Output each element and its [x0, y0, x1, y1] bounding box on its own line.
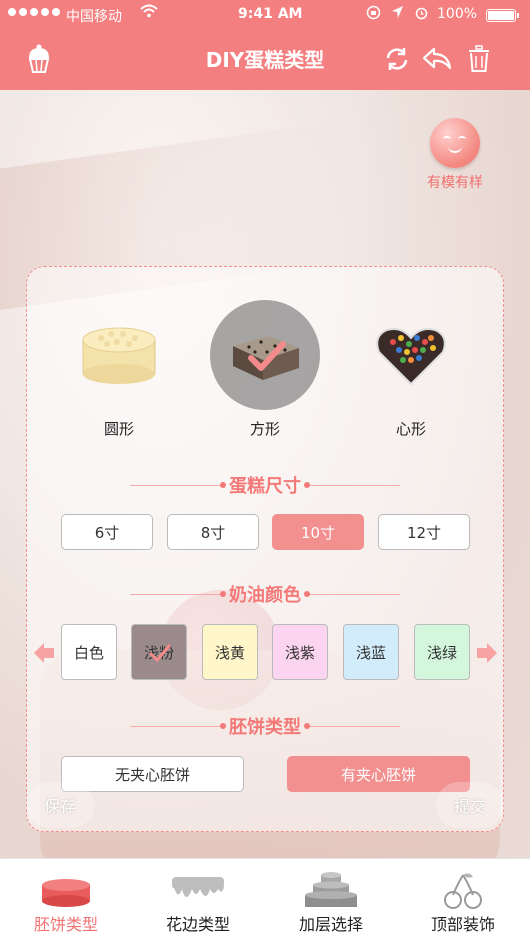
tab-label: 顶部装饰 [430, 915, 495, 934]
cherry-icon [444, 873, 482, 909]
scroll-right-arrow-icon[interactable] [475, 640, 499, 666]
app-header: 中国移动 9:41 AM 100% DIY蛋糕类型 [0, 0, 530, 90]
section-divider [304, 591, 400, 597]
location-icon [391, 5, 404, 24]
checkmark-icon [148, 644, 172, 663]
size-option-10[interactable]: 10寸 [272, 514, 364, 550]
save-button[interactable]: 保存 [26, 782, 94, 828]
heart-cake-icon [356, 300, 466, 410]
cream-color-light-purple[interactable]: 浅紫 [272, 624, 328, 680]
clock: 9:41 AM [238, 6, 303, 22]
tab-label: 胚饼类型 [33, 915, 98, 934]
tab-label: 花边类型 [165, 915, 230, 934]
size-option-6[interactable]: 6寸 [61, 514, 153, 550]
tab-layer-select[interactable]: 加层选择 [265, 859, 397, 943]
size-section-title: 蛋糕尺寸 [229, 476, 301, 497]
shape-option-round[interactable]: 圆形 [64, 300, 174, 450]
battery-percentage: 100% [437, 6, 478, 22]
layer-cake-icon [305, 872, 357, 907]
submit-button[interactable]: 提交 [436, 782, 504, 828]
shape-option-square[interactable]: 方形 [210, 300, 320, 450]
tab-border-type[interactable]: 花边类型 [132, 859, 264, 943]
bottom-tab-bar: 胚饼类型 花边类型 加层选择 顶部装饰 [0, 858, 530, 943]
alarm-icon [414, 5, 429, 24]
cream-drip-icon [172, 877, 224, 897]
carrier-label: 中国移动 [66, 9, 122, 25]
cream-color-light-green[interactable]: 浅绿 [414, 624, 470, 680]
scroll-left-arrow-icon[interactable] [32, 640, 56, 666]
base-option-no-filling[interactable]: 无夹心胚饼 [61, 756, 244, 792]
cream-section-title: 奶油颜色 [229, 585, 301, 606]
shape-label: 圆形 [103, 420, 134, 438]
rotation-lock-icon [366, 5, 381, 24]
size-option-8[interactable]: 8寸 [167, 514, 259, 550]
undo-icon[interactable] [422, 44, 452, 74]
mascot-avatar[interactable] [430, 118, 480, 168]
wifi-icon [140, 4, 158, 22]
base-option-with-filling[interactable]: 有夹心胚饼 [287, 756, 470, 792]
round-cake-icon [64, 300, 174, 410]
system-icons [366, 5, 429, 24]
refresh-icon[interactable] [382, 44, 412, 74]
signal-icon [8, 8, 60, 16]
cake-base-icon [42, 879, 90, 907]
square-cake-icon [210, 300, 320, 410]
shape-option-heart[interactable]: 心形 [356, 300, 466, 450]
base-section-title: 胚饼类型 [229, 717, 301, 738]
section-divider [304, 482, 400, 488]
battery-icon [486, 9, 519, 22]
cream-color-light-pink[interactable]: 浅粉 [131, 624, 187, 680]
size-option-12[interactable]: 12寸 [378, 514, 470, 550]
cream-color-white[interactable]: 白色 [61, 624, 117, 680]
section-divider [304, 723, 400, 729]
cream-color-light-blue[interactable]: 浅蓝 [343, 624, 399, 680]
mascot-label: 有模有样 [427, 175, 483, 191]
cream-color-light-yellow[interactable]: 浅黄 [202, 624, 258, 680]
tab-cake-base[interactable]: 胚饼类型 [0, 859, 132, 943]
shape-label: 方形 [249, 420, 280, 438]
status-bar: 中国移动 9:41 AM 100% [0, 0, 530, 30]
trash-icon[interactable] [464, 44, 494, 74]
tab-top-decoration[interactable]: 顶部装饰 [397, 859, 529, 943]
shape-label: 心形 [395, 420, 426, 438]
tab-label: 加层选择 [298, 915, 363, 934]
